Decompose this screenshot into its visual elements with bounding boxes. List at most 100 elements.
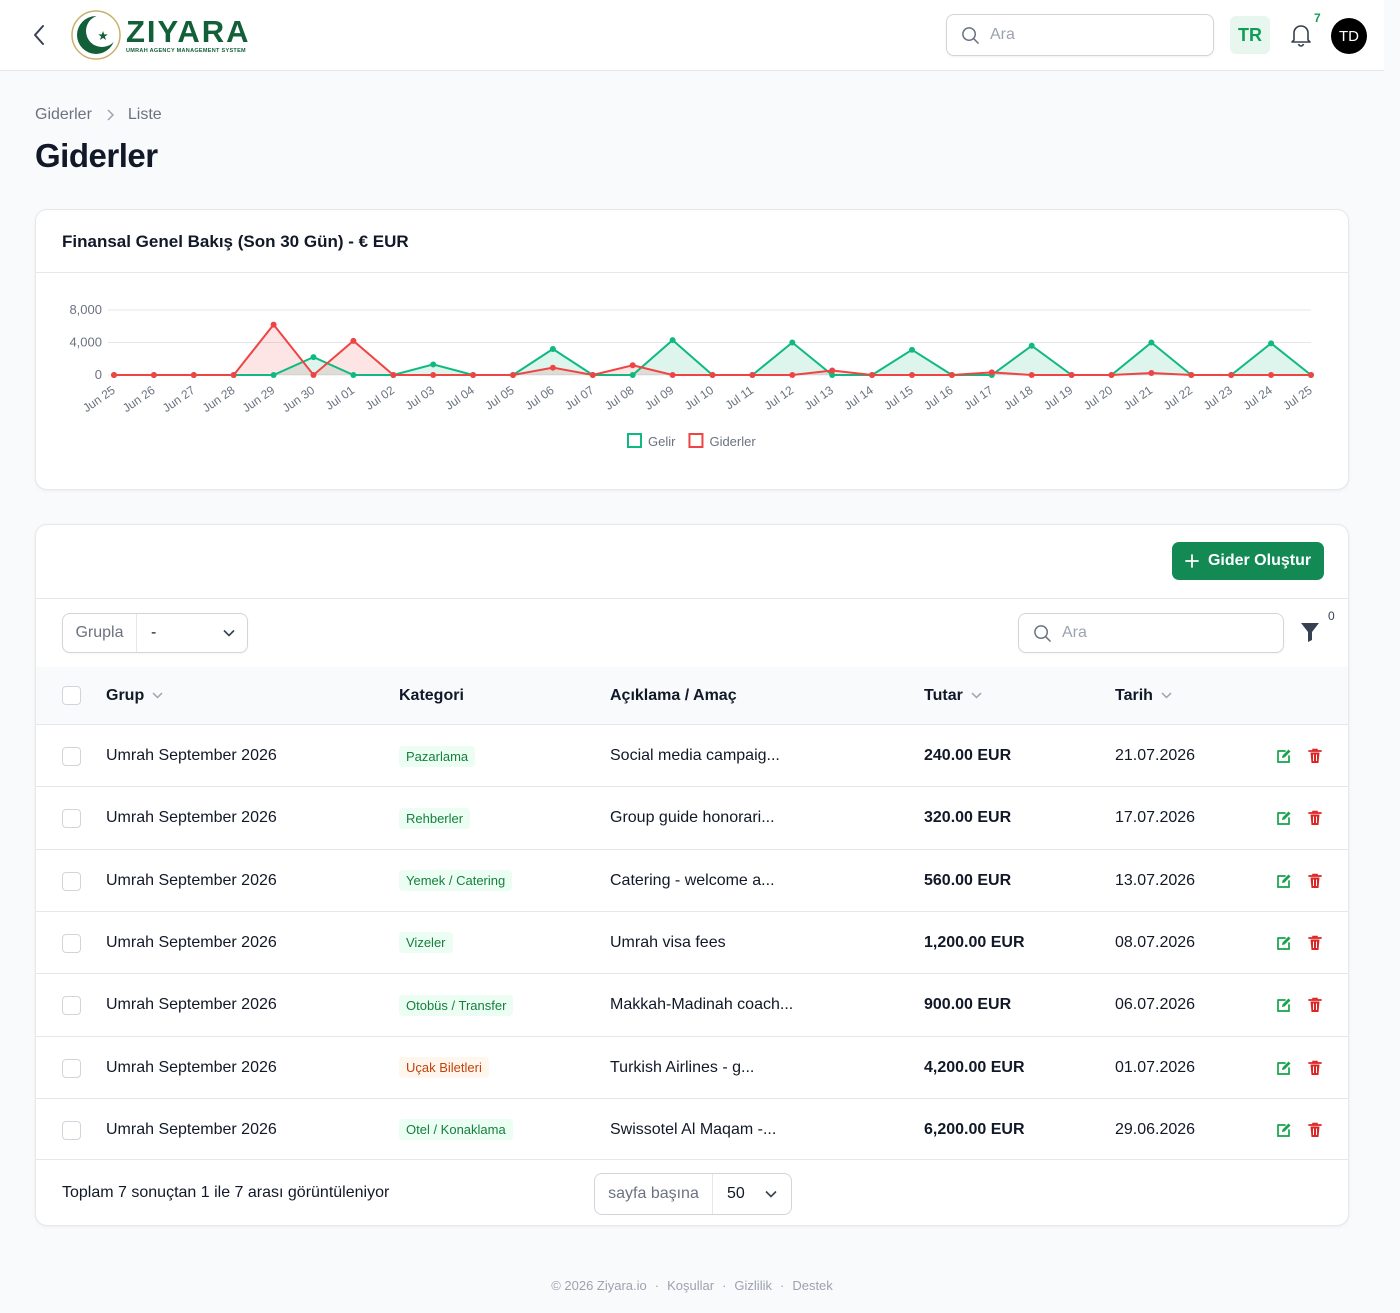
delete-button[interactable] <box>1305 746 1325 766</box>
footer-separator: · <box>654 1278 660 1293</box>
cell-description: Swissotel Al Maqam -... <box>610 1099 776 1161</box>
row-checkbox[interactable] <box>62 1058 81 1078</box>
row-checkbox[interactable] <box>62 809 81 829</box>
cell-amount: 1,200.00 EUR <box>924 912 1025 974</box>
result-count-text: Toplam 7 sonuçtan 1 ile 7 arası görüntül… <box>62 1184 390 1201</box>
data-point-giderler <box>1188 372 1195 378</box>
x-tick-label: Jul 23 <box>1201 383 1236 413</box>
per-page-value[interactable]: 50 <box>713 1185 791 1203</box>
table-row[interactable]: Umrah September 2026 Uçak Biletleri Turkis… <box>36 1035 1348 1099</box>
column-date[interactable]: Tarih <box>1115 667 1172 724</box>
edit-icon <box>1277 1061 1291 1075</box>
x-tick-label: Jul 03 <box>403 383 438 413</box>
data-point-giderler <box>948 372 955 378</box>
group-by-current: - <box>151 624 157 641</box>
notification-count: 7 <box>1314 11 1321 25</box>
legend-swatch-gelir <box>627 433 642 448</box>
x-tick-label: Jul 12 <box>762 383 797 413</box>
delete-button[interactable] <box>1305 1058 1325 1078</box>
select-all-checkbox[interactable] <box>62 686 81 705</box>
data-point-giderler <box>789 372 796 378</box>
cell-amount: 320.00 EUR <box>924 787 1011 849</box>
cell-category: Rehberler <box>399 787 471 849</box>
data-point-giderler <box>350 337 357 344</box>
data-point-giderler <box>909 372 915 378</box>
group-by-value[interactable]: - <box>137 624 247 642</box>
notifications-button[interactable] <box>1286 20 1316 50</box>
breadcrumb: Giderler Liste <box>35 106 162 124</box>
table-row[interactable]: Umrah September 2026 Yemek / Catering Cate… <box>36 848 1348 912</box>
footer-link-terms[interactable]: Koşullar <box>667 1278 714 1293</box>
edit-button[interactable] <box>1274 746 1294 766</box>
column-category: Kategori <box>399 667 464 724</box>
edit-button[interactable] <box>1274 1058 1294 1078</box>
table-search-input[interactable] <box>1062 624 1262 642</box>
edit-button[interactable] <box>1274 933 1294 953</box>
x-tick-label: Jul 21 <box>1121 383 1156 413</box>
data-point-giderler <box>749 372 756 378</box>
category-badge: Uçak Biletleri <box>399 1057 489 1078</box>
edit-icon <box>1277 998 1291 1013</box>
back-button[interactable] <box>24 20 54 50</box>
row-checkbox[interactable] <box>62 933 81 953</box>
description-text: Catering - welcome a... <box>610 871 775 889</box>
row-checkbox[interactable] <box>62 996 81 1016</box>
category-badge: Otobüs / Transfer <box>399 994 514 1016</box>
data-point-giderler <box>669 372 676 378</box>
edit-button[interactable] <box>1274 1120 1294 1140</box>
user-avatar[interactable]: TD <box>1331 18 1367 54</box>
row-checkbox[interactable] <box>62 871 81 891</box>
table-search[interactable] <box>1018 613 1284 653</box>
filter-button[interactable] <box>1300 621 1324 645</box>
footer-link-support[interactable]: Destek <box>792 1278 832 1293</box>
category-badge: Pazarlama <box>399 745 476 767</box>
create-expense-button[interactable]: Gider Oluştur <box>1172 542 1324 580</box>
page-title: Giderler <box>35 137 158 174</box>
delete-button[interactable] <box>1305 871 1325 891</box>
data-point-gelir <box>430 361 437 368</box>
delete-button[interactable] <box>1305 933 1325 953</box>
row-checkbox[interactable] <box>62 1120 81 1140</box>
table-header: Grup Kategori Açıklama / Amaç Tutar Tari… <box>36 667 1348 724</box>
global-search-input[interactable] <box>990 26 1190 44</box>
language-button[interactable]: TR <box>1230 16 1270 54</box>
cell-date: 13.07.2026 <box>1115 850 1195 912</box>
footer-separator: · <box>722 1278 727 1293</box>
cell-date: 29.06.2026 <box>1115 1099 1195 1161</box>
cell-description: Umrah visa fees <box>610 912 726 974</box>
description-text: Turkish Airlines - g... <box>610 1058 755 1076</box>
group-by-select[interactable]: Grupla - <box>62 613 248 653</box>
logo[interactable]: ZIYARA UMRAH AGENCY MANAGEMENT SYSTEM <box>70 9 251 61</box>
per-page-current: 50 <box>727 1185 745 1202</box>
per-page-select[interactable]: sayfa başına 50 <box>594 1173 792 1215</box>
row-checkbox[interactable] <box>62 747 81 766</box>
delete-button[interactable] <box>1305 995 1325 1015</box>
data-point-giderler <box>111 372 117 378</box>
cell-amount: 4,200.00 EUR <box>924 1037 1025 1099</box>
table-row[interactable]: Umrah September 2026 Otobüs / Transfer Mak… <box>36 973 1348 1035</box>
topbar: ZIYARA UMRAH AGENCY MANAGEMENT SYSTEM TR… <box>0 0 1384 71</box>
delete-button[interactable] <box>1305 1120 1325 1140</box>
x-tick-label: Jul 15 <box>881 383 916 413</box>
footer-link-privacy[interactable]: Gizlilik <box>734 1278 772 1293</box>
x-tick-label: Jul 18 <box>1001 383 1036 413</box>
edit-button[interactable] <box>1274 871 1294 891</box>
edit-button[interactable] <box>1274 808 1294 828</box>
table-row[interactable]: Umrah September 2026 Otel / Konaklama Swis… <box>36 1097 1348 1161</box>
table-row[interactable]: Umrah September 2026 Vizeler Umrah visa fe… <box>36 910 1348 974</box>
table-row[interactable]: Umrah September 2026 Pazarlama Social medi… <box>36 724 1348 786</box>
global-search[interactable] <box>946 14 1214 56</box>
edit-button[interactable] <box>1274 995 1294 1015</box>
column-group[interactable]: Grup <box>106 667 163 724</box>
cell-group: Umrah September 2026 <box>106 1099 277 1161</box>
x-tick-label: Jun 28 <box>200 383 238 415</box>
x-tick-label: Jun 26 <box>120 383 158 415</box>
column-amount[interactable]: Tutar <box>924 667 982 724</box>
x-tick-label: Jul 14 <box>842 383 877 413</box>
table-row[interactable]: Umrah September 2026 Rehberler Group guide… <box>36 786 1348 848</box>
cell-group: Umrah September 2026 <box>106 912 277 974</box>
divider <box>36 598 1348 599</box>
date-text: 29.06.2026 <box>1115 1120 1196 1138</box>
breadcrumb-giderler[interactable]: Giderler <box>35 106 92 124</box>
delete-button[interactable] <box>1305 808 1325 828</box>
